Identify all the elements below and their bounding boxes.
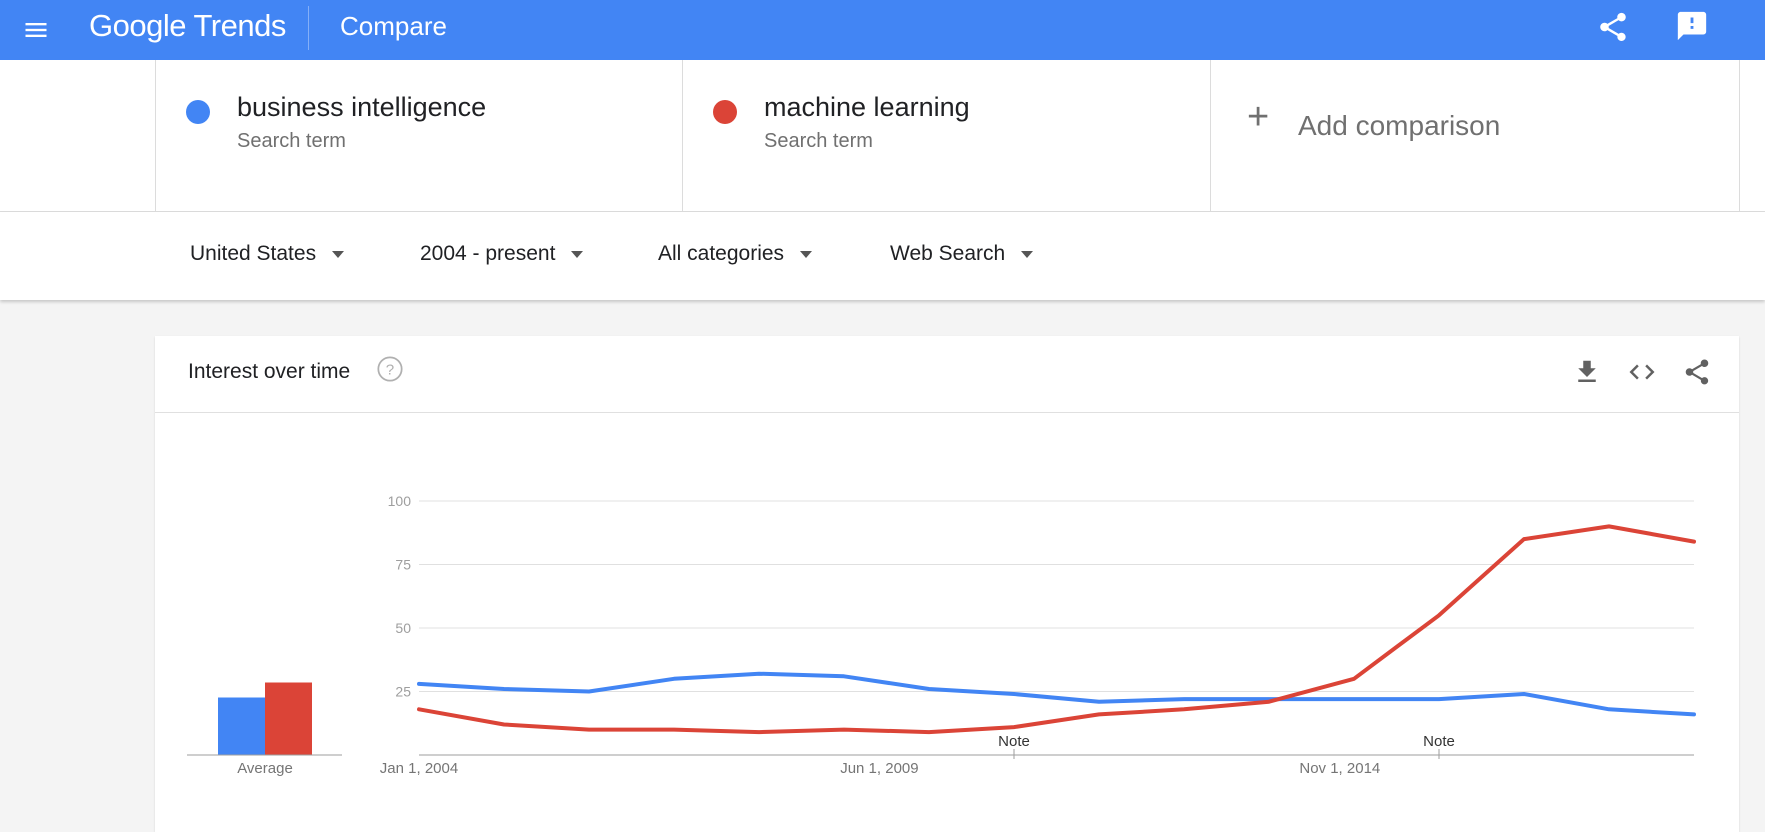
time-range-dropdown[interactable]: 2004 - present [420, 242, 584, 266]
top-app-bar: Google Trends Compare [0, 0, 1765, 60]
search-terms-bar: business intelligence Search term machin… [0, 60, 1765, 212]
caret-down-icon [1021, 250, 1034, 258]
category-label: All categories [658, 242, 785, 265]
series-line-machine-learning [417, 524, 1696, 735]
y-tick-label: 50 [395, 620, 411, 636]
x-tick-label: Nov 1, 2014 [1299, 760, 1380, 777]
search-property-label: Web Search [890, 242, 1006, 265]
caret-down-icon [571, 250, 584, 258]
search-property-dropdown[interactable]: Web Search [890, 242, 1034, 266]
search-term-name: business intelligence [237, 92, 487, 122]
y-tick-label: 100 [388, 493, 412, 509]
y-tick-label: 25 [395, 684, 411, 700]
region-label: United States [190, 242, 317, 265]
average-bar-machine-learning [265, 682, 312, 755]
search-term-name: machine learning [764, 92, 970, 122]
add-comparison-label: Add comparison [1298, 110, 1501, 141]
header-divider [308, 6, 309, 50]
google-trends-logo[interactable]: Google Trends [89, 8, 286, 44]
caret-down-icon [800, 250, 813, 258]
search-term-1[interactable]: business intelligence Search term [155, 60, 683, 211]
search-term-type: Search term [764, 130, 873, 152]
time-range-label: 2004 - present [420, 242, 556, 265]
search-term-2[interactable]: machine learning Search term [682, 60, 1211, 211]
average-bar-business-intelligence [218, 697, 265, 755]
feedback-icon[interactable] [1675, 9, 1709, 43]
interest-over-time-chart[interactable]: 25 50 75 100 Jan 1, 2004 Jun 1, 2009 Nov 1, 20… [155, 336, 1739, 832]
note-label: Note [1423, 733, 1455, 750]
plus-icon: + [1247, 96, 1270, 138]
term-color-dot-red [713, 100, 737, 124]
hamburger-menu-icon[interactable] [22, 16, 50, 44]
filter-bar: United States 2004 - present All categor… [0, 212, 1765, 300]
note-label: Note [998, 733, 1030, 750]
term-color-dot-blue [186, 100, 210, 124]
average-label: Average [237, 760, 293, 777]
add-comparison-button[interactable]: + Add comparison [1210, 60, 1740, 211]
search-term-type: Search term [237, 130, 346, 152]
interest-over-time-card: Interest over time ? 25 50 75 100 Jan 1, 200… [155, 336, 1739, 832]
page-title: Compare [340, 11, 447, 41]
category-dropdown[interactable]: All categories [658, 242, 813, 266]
series-line-business-intelligence [417, 671, 1696, 717]
x-tick-label: Jun 1, 2009 [840, 760, 918, 777]
share-icon[interactable] [1596, 10, 1630, 44]
y-tick-label: 75 [395, 557, 411, 573]
region-dropdown[interactable]: United States [190, 242, 345, 266]
x-tick-label: Jan 1, 2004 [380, 760, 458, 777]
caret-down-icon [332, 250, 345, 258]
